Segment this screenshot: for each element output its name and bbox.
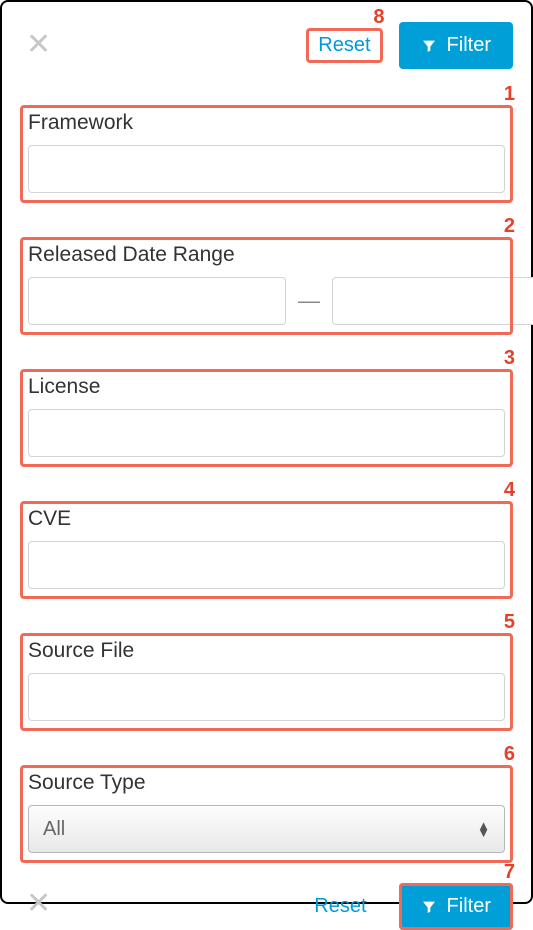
- license-label: License: [28, 375, 505, 399]
- released-date-group: 2 Released Date Range —: [20, 237, 513, 335]
- reset-button-top[interactable]: Reset: [306, 28, 382, 63]
- source-file-input[interactable]: [28, 673, 505, 721]
- source-type-group: 6 Source Type All ▲▼: [20, 765, 513, 863]
- source-file-group: 5 Source File: [20, 633, 513, 731]
- framework-input[interactable]: [28, 145, 505, 193]
- annotation-number-2: 2: [504, 215, 515, 238]
- license-input[interactable]: [28, 409, 505, 457]
- source-type-select[interactable]: All ▲▼: [28, 805, 505, 853]
- chevron-updown-icon: ▲▼: [477, 822, 490, 836]
- footer-row: ✕ Reset Filter 7: [20, 883, 513, 930]
- cve-group: 4 CVE: [20, 501, 513, 599]
- source-type-label: Source Type: [28, 771, 505, 795]
- annotation-number-8: 8: [373, 6, 384, 29]
- annotation-number-3: 3: [504, 347, 515, 370]
- annotation-number-7: 7: [504, 861, 515, 884]
- annotation-number-6: 6: [504, 743, 515, 766]
- filter-panel: ✕ Reset 8 Filter 1 Framework 2 Released …: [0, 0, 533, 904]
- annotation-number-4: 4: [504, 479, 515, 502]
- funnel-icon: [421, 38, 437, 54]
- filter-button-top-label: Filter: [447, 34, 491, 57]
- annotation-number-1: 1: [504, 83, 515, 106]
- released-date-label: Released Date Range: [28, 243, 505, 267]
- close-icon[interactable]: ✕: [26, 30, 51, 60]
- filter-button-top[interactable]: Filter: [399, 22, 513, 69]
- license-group: 3 License: [20, 369, 513, 467]
- cve-label: CVE: [28, 507, 505, 531]
- framework-group: 1 Framework: [20, 105, 513, 203]
- filter-button-bottom[interactable]: Filter: [399, 883, 513, 930]
- cve-input[interactable]: [28, 541, 505, 589]
- source-file-label: Source File: [28, 639, 505, 663]
- source-type-selected-value: All: [43, 818, 477, 841]
- released-from-input[interactable]: [28, 277, 286, 325]
- date-range-row: —: [28, 277, 505, 325]
- released-to-input[interactable]: [332, 277, 533, 325]
- reset-button-bottom[interactable]: Reset: [302, 889, 378, 924]
- filter-button-bottom-label: Filter: [447, 895, 491, 918]
- framework-label: Framework: [28, 111, 505, 135]
- close-icon-bottom[interactable]: ✕: [26, 889, 51, 919]
- annotation-number-5: 5: [504, 611, 515, 634]
- date-separator: —: [298, 288, 320, 314]
- header-row: ✕ Reset 8 Filter: [20, 22, 513, 69]
- funnel-icon: [421, 899, 437, 915]
